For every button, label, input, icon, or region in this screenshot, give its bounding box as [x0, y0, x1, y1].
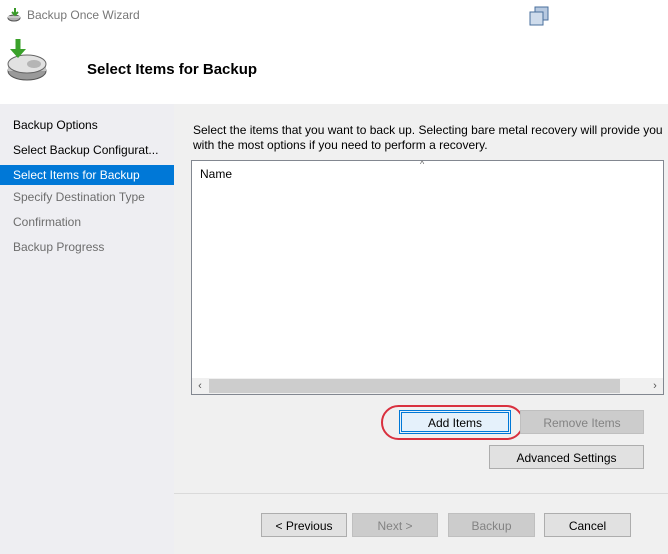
- title-bar: Backup Once Wizard: [0, 0, 668, 30]
- scrollbar-thumb[interactable]: [209, 379, 620, 393]
- advanced-settings-button[interactable]: Advanced Settings: [489, 445, 644, 469]
- scroll-right-arrow-icon[interactable]: ›: [647, 378, 663, 394]
- wizard-steps-sidebar: Backup Options Select Backup Configurat.…: [0, 104, 174, 554]
- backup-app-icon: [7, 8, 21, 22]
- previous-button[interactable]: < Previous: [261, 513, 347, 537]
- window-title: Backup Once Wizard: [27, 8, 140, 22]
- wizard-header: Select Items for Backup: [0, 30, 668, 104]
- scroll-left-arrow-icon[interactable]: ‹: [192, 378, 208, 394]
- cancel-button[interactable]: Cancel: [544, 513, 631, 537]
- horizontal-scrollbar[interactable]: ‹ ›: [192, 378, 663, 394]
- wizard-content: Select the items that you want to back u…: [174, 104, 668, 554]
- instructions-text: Select the items that you want to back u…: [193, 123, 663, 152]
- backup-button: Backup: [448, 513, 535, 537]
- items-list[interactable]: ^ Name ‹ ›: [191, 159, 664, 395]
- step-backup-progress: Backup Progress: [13, 240, 105, 254]
- step-select-backup-configuration[interactable]: Select Backup Configurat...: [0, 140, 174, 160]
- add-items-button[interactable]: Add Items: [399, 410, 511, 434]
- page-title: Select Items for Backup: [87, 61, 258, 78]
- step-confirmation: Confirmation: [13, 215, 82, 229]
- step-select-items-for-backup[interactable]: Select Items for Backup: [0, 165, 174, 185]
- restore-window-icon[interactable]: [528, 5, 550, 27]
- step-specify-destination-type: Specify Destination Type: [13, 190, 145, 204]
- column-header-name[interactable]: Name: [200, 167, 232, 181]
- backup-drive-icon: [7, 39, 47, 81]
- sort-ascending-icon: ^: [420, 159, 425, 169]
- step-backup-options[interactable]: Backup Options: [0, 115, 174, 135]
- next-button: Next >: [352, 513, 438, 537]
- remove-items-button: Remove Items: [520, 410, 644, 434]
- footer-divider: [174, 493, 668, 494]
